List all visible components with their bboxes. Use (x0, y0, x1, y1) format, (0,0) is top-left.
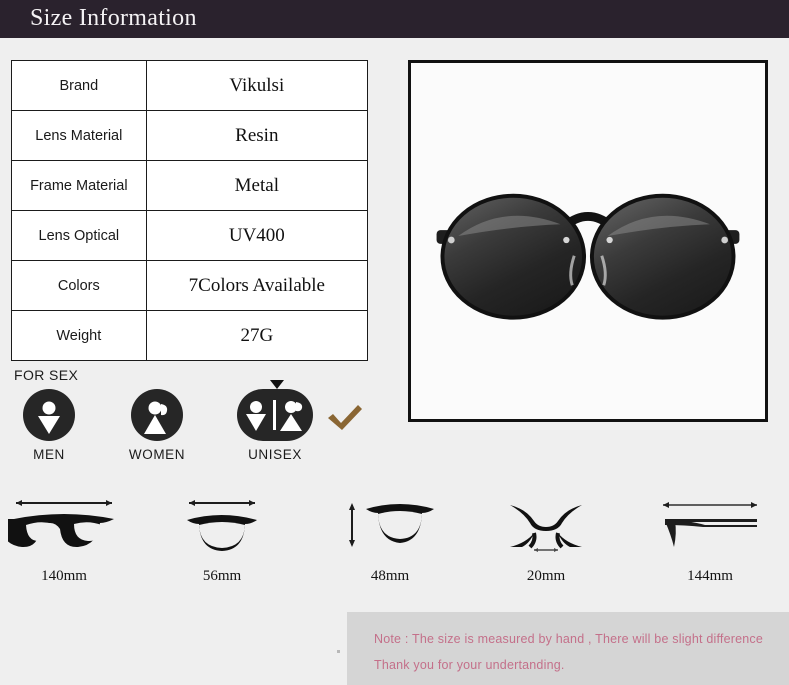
measurement-lens-height: 48mm (340, 495, 440, 585)
measurement-label-total-width: 140mm (41, 568, 87, 584)
measurement-label-lens-height: 48mm (370, 568, 410, 584)
table-row: Lens Material Resin (11, 110, 369, 161)
bridge-width-icon (510, 505, 582, 552)
spec-value-colors: 7Colors Available (145, 260, 369, 311)
frame-total-width-icon (0, 500, 114, 548)
for-sex-label: FOR SEX (14, 367, 79, 383)
sex-option-label-unisex: UNISEX (248, 447, 302, 462)
spec-value-brand: Vikulsi (145, 60, 369, 111)
table-row: Weight 27G (11, 310, 369, 361)
measurement-total-width: 140mm (0, 495, 120, 585)
spec-key-frame-material: Frame Material (11, 160, 147, 211)
checkmark-icon (325, 403, 365, 438)
spec-key-lens-optical: Lens Optical (11, 210, 147, 261)
measurement-lens-width: 56mm (175, 495, 269, 585)
table-row: Colors 7Colors Available (11, 260, 369, 311)
spec-key-weight: Weight (11, 310, 147, 361)
down-triangle-marker (270, 380, 284, 389)
table-row: Lens Optical UV400 (11, 210, 369, 261)
sex-option-women[interactable]: WOMEN (127, 389, 187, 462)
sex-option-label-men: MEN (33, 447, 65, 462)
spec-value-lens-material: Resin (145, 110, 369, 161)
measurement-temple-length: 144mm (655, 495, 765, 585)
female-figure-icon (131, 389, 183, 441)
spec-key-lens-material: Lens Material (11, 110, 147, 161)
sunglasses-product-photo (411, 63, 765, 419)
temple-length-icon (663, 502, 757, 547)
note-line-2: Thank you for your undertanding. (374, 658, 565, 672)
spec-value-weight: 27G (145, 310, 369, 361)
page-title: Size Information (30, 5, 197, 31)
unisex-figures-icon (237, 389, 313, 441)
spec-value-lens-optical: UV400 (145, 210, 369, 261)
page-header-bar: Size Information (0, 0, 789, 38)
male-figure-icon (23, 389, 75, 441)
spec-key-brand: Brand (11, 60, 147, 111)
spec-key-colors: Colors (11, 260, 147, 311)
note-decoration-dot (337, 650, 340, 653)
sex-option-label-women: WOMEN (128, 447, 186, 462)
sex-option-men[interactable]: MEN (19, 389, 79, 462)
measurement-bridge-width: 20mm (500, 495, 592, 585)
table-row: Brand Vikulsi (11, 60, 369, 111)
spec-value-frame-material: Metal (145, 160, 369, 211)
specification-table: Brand Vikulsi Lens Material Resin Frame … (11, 60, 369, 361)
measurement-label-lens-width: 56mm (202, 568, 242, 584)
size-note-box: Note : The size is measured by hand , Th… (347, 612, 789, 685)
measurement-label-temple-length: 144mm (687, 568, 733, 584)
product-image-frame (408, 60, 768, 422)
sex-option-unisex[interactable]: UNISEX (237, 389, 313, 462)
note-line-1: Note : The size is measured by hand , Th… (374, 632, 764, 646)
lens-width-icon (187, 500, 257, 551)
measurement-label-bridge-width: 20mm (526, 568, 566, 584)
table-row: Frame Material Metal (11, 160, 369, 211)
lens-height-icon (349, 503, 434, 547)
